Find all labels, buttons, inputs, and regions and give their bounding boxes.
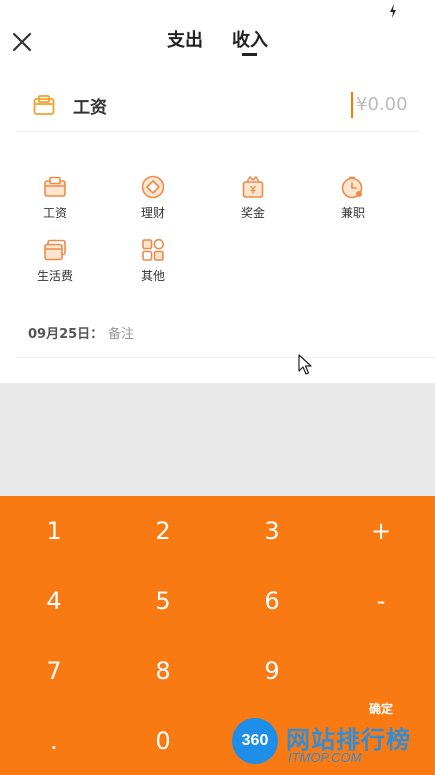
category-wage[interactable]: 工资	[25, 174, 85, 230]
key-2[interactable]: 2	[109, 496, 217, 566]
living-expense-icon	[44, 239, 66, 261]
date-label[interactable]: 09月25日：	[28, 323, 103, 342]
wage-icon	[33, 95, 55, 115]
tab-expense[interactable]: 支出	[167, 26, 203, 52]
bonus-icon	[242, 176, 264, 198]
charging-icon	[390, 4, 396, 18]
mouse-pointer-icon	[298, 354, 312, 375]
key-plus[interactable]: +	[327, 496, 435, 566]
spacer-area	[0, 383, 435, 496]
key-8[interactable]: 8	[109, 636, 217, 706]
note-input[interactable]: 备注	[108, 323, 134, 342]
active-tab-indicator	[242, 53, 257, 56]
category-label: 其他	[140, 269, 165, 283]
watermark-logo: 360 网站排行榜 ITMOP.COM	[228, 714, 435, 775]
category-bonus[interactable]: 奖金	[223, 174, 283, 230]
note-row[interactable]: 09月25日： 备注	[16, 310, 435, 358]
other-icon	[142, 238, 165, 261]
key-0[interactable]: 0	[109, 706, 217, 775]
watermark-badge: 360	[232, 718, 278, 764]
key-9[interactable]: 9	[218, 636, 326, 706]
category-living-expense[interactable]: 生活费	[25, 237, 85, 293]
amount-input[interactable]: ¥0.00	[356, 94, 408, 115]
category-parttime[interactable]: 兼职	[323, 174, 383, 230]
category-label: 理财	[140, 206, 165, 220]
tab-income[interactable]: 收入	[232, 26, 268, 52]
wage-icon	[44, 176, 66, 197]
entry-row[interactable]: 工资 ¥0.00	[16, 78, 419, 132]
key-7[interactable]: 7	[0, 636, 108, 706]
key-6[interactable]: 6	[218, 566, 326, 636]
category-label: 工资	[42, 206, 67, 220]
category-finance[interactable]: 理财	[123, 174, 183, 230]
category-other[interactable]: 其他	[123, 237, 183, 293]
key-4[interactable]: 4	[0, 566, 108, 636]
category-label: 生活费	[36, 269, 73, 283]
selected-category-name: 工资	[73, 98, 107, 118]
key-3[interactable]: 3	[218, 496, 326, 566]
finance-icon	[141, 175, 165, 199]
key-dot[interactable]: .	[0, 706, 108, 775]
watermark-subtitle: ITMOP.COM	[288, 750, 362, 765]
key-5[interactable]: 5	[109, 566, 217, 636]
text-cursor	[351, 92, 353, 118]
tab-bar: 支出 收入	[0, 26, 435, 60]
parttime-icon	[341, 176, 363, 199]
category-label: 兼职	[340, 206, 365, 220]
key-1[interactable]: 1	[0, 496, 108, 566]
key-minus[interactable]: -	[327, 566, 435, 636]
category-label: 奖金	[240, 206, 265, 220]
